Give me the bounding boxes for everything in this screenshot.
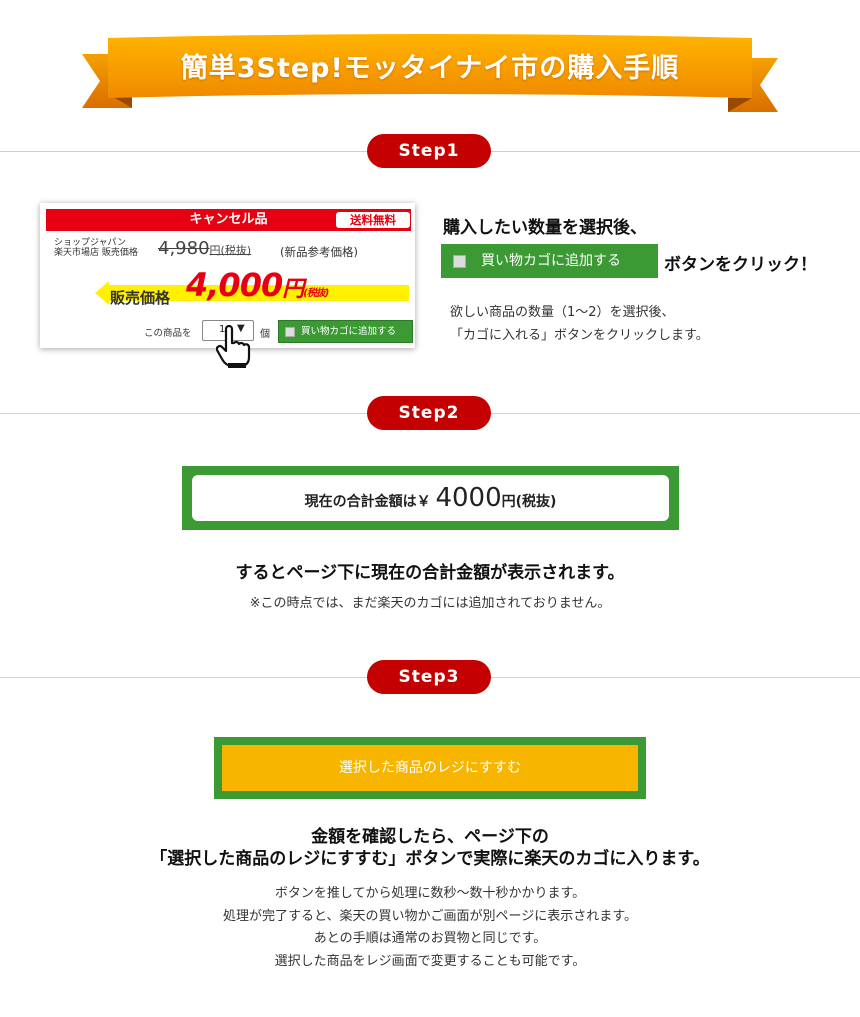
card-add-to-cart-button[interactable]: 買い物カゴに追加する (278, 320, 413, 343)
reference-price: 4,980円(税抜) (158, 238, 251, 259)
sale-price-value: 4,000 (186, 266, 283, 304)
step1-description-line2: 「カゴに入れる」ボタンをクリックします。 (450, 328, 709, 343)
product-card-example: キャンセル品 送料無料 ショップジャパン 楽天市場店 販売価格 4,980円(税… (40, 203, 415, 368)
total-amount-value: 4000 (435, 483, 502, 513)
checkbox-icon (453, 255, 466, 268)
checkout-box: 選択した商品のレジにすすむ (214, 737, 646, 799)
banner-title: 簡単3Step!モッタイナイ市の購入手順 (180, 53, 680, 84)
sale-price: 4,000円(税抜) (186, 266, 329, 304)
step1-badge: Step1 (367, 134, 491, 168)
total-amount-box: 現在の合計金額は￥ 4000円(税抜) (182, 466, 679, 530)
checkout-button[interactable]: 選択した商品のレジにすすむ (222, 745, 638, 791)
step2-badge: Step2 (367, 396, 491, 430)
sale-price-tax: (税抜) (303, 288, 329, 299)
shop-name-line1: ショップジャパン (54, 238, 127, 248)
step1-heading: 購入したい数量を選択後、 (443, 218, 647, 238)
step3-description-line2: 処理が完了すると、楽天の買い物かご画面が別ページに表示されます。 (223, 908, 637, 924)
step3-badge: Step3 (367, 660, 491, 694)
step1-description-line1: 欲しい商品の数量（1～2）を選択後、 (450, 305, 675, 320)
step3-description-line4: 選択した商品をレジ画面で変更することも可能です。 (274, 953, 586, 969)
title-banner: 簡単3Step!モッタイナイ市の購入手順 (80, 32, 780, 114)
sale-price-unit: 円 (282, 277, 304, 302)
step3-heading-line2: 「選択した商品のレジにすすむ」ボタンで実際に楽天のカゴに入ります。 (150, 849, 710, 869)
reference-price-unit: 円(税抜) (209, 244, 252, 257)
step3-heading-line1: 金額を確認したら、ページ下の (311, 827, 549, 847)
step2-heading: するとページ下に現在の合計金額が表示されます。 (235, 563, 625, 583)
total-amount-inner: 現在の合計金額は￥ 4000円(税抜) (192, 475, 669, 521)
add-to-cart-button[interactable]: 買い物カゴに追加する (441, 244, 658, 278)
step3-description-line1: ボタンを推してから処理に数秒～数十秒かかります。 (274, 886, 586, 901)
shop-name-line2: 楽天市場店 販売価格 (54, 248, 138, 258)
add-to-cart-label: 買い物カゴに追加する (481, 253, 621, 269)
total-amount-label: 現在の合計金額は￥ (304, 494, 431, 510)
total-amount-text: 現在の合計金額は￥ 4000円(税抜) (304, 483, 557, 513)
total-amount-unit: 円(税抜) (501, 494, 557, 510)
card-add-to-cart-label: 買い物カゴに追加する (301, 326, 397, 337)
step3-heading: 金額を確認したら、ページ下の 「選択した商品のレジにすすむ」ボタンで実際に楽天の… (0, 826, 860, 870)
reference-price-value: 4,980 (158, 238, 210, 259)
sale-price-label: 販売価格 (110, 289, 171, 307)
free-shipping-badge: 送料無料 (336, 212, 410, 228)
step1-description: 欲しい商品の数量（1～2）を選択後、 「カゴに入れる」ボタンをクリックします。 (450, 301, 709, 347)
quantity-unit: 個 (260, 329, 270, 340)
card-header: キャンセル品 送料無料 (46, 209, 411, 231)
step3-description: ボタンを推してから処理に数秒～数十秒かかります。 処理が完了すると、楽天の買い物… (0, 883, 860, 973)
step1-heading-suffix: ボタンをクリック！ (664, 255, 817, 275)
step2-note: ※この時点では、まだ楽天のカゴには追加されておりません。 (249, 596, 611, 611)
quantity-label: この商品を (144, 328, 192, 339)
pointer-hand-icon (216, 325, 251, 368)
shop-name: ショップジャパン 楽天市場店 販売価格 (54, 238, 138, 258)
step3-description-line3: あとの手順は通常のお買物と同じです。 (313, 931, 547, 946)
checkbox-icon (285, 327, 295, 337)
reference-price-note: (新品参考価格) (280, 245, 358, 259)
